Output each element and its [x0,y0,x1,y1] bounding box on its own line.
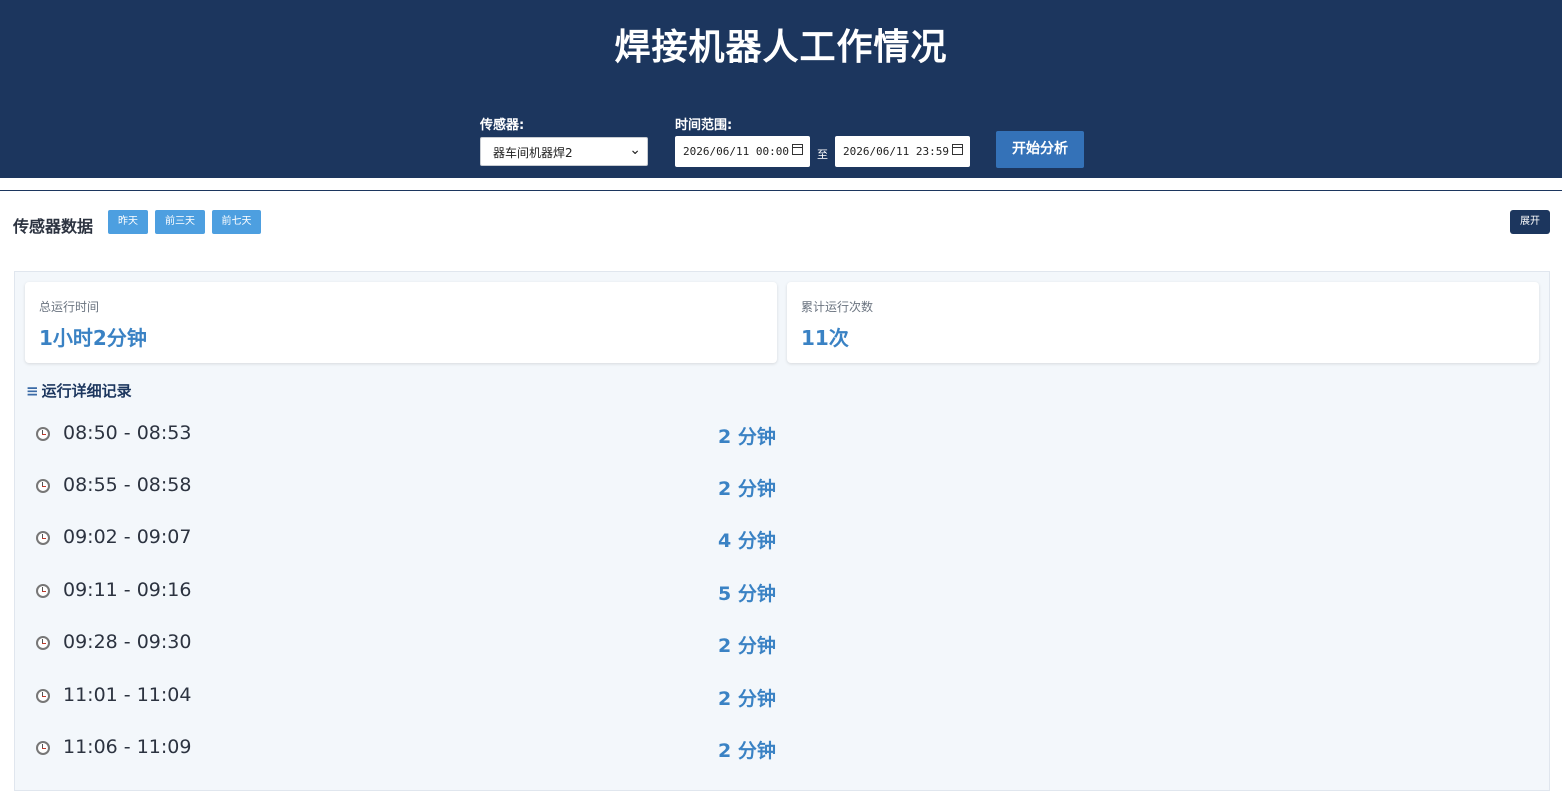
last-seven-days-button[interactable]: 前七天 [212,210,261,234]
log-row-time: 11:06 - 11:09 [63,736,192,758]
start-analysis-button[interactable]: 开始分析 [996,131,1084,168]
log-row: 09:28 - 09:30 2 分钟 [36,629,836,659]
stopwatch-icon [36,636,50,650]
stopwatch-icon [36,531,50,545]
log-row-time: 08:55 - 08:58 [63,474,192,496]
run-count-label: 累计运行次数 [801,300,874,314]
log-title: ≡ 运行详细记录 [26,380,132,401]
run-count-card: 累计运行次数 11次 [787,282,1539,363]
stopwatch-icon [36,479,50,493]
header-bar: 焊接机器人工作情况 传感器: 器车间机器焊2 ⌄ 时间范围: 2026/06/1… [0,0,1562,178]
stopwatch-icon [36,427,50,441]
to-label: 至 [817,148,828,161]
log-row: 08:50 - 08:53 2 分钟 [36,420,836,450]
log-row-time: 11:01 - 11:04 [63,684,192,706]
log-row-duration: 4 分钟 [718,530,776,552]
log-row-duration: 2 分钟 [718,478,776,500]
page-title: 焊接机器人工作情况 [614,27,948,68]
log-title-text: 运行详细记录 [41,382,132,400]
log-row: 09:11 - 09:16 5 分钟 [36,577,836,607]
stopwatch-icon [36,584,50,598]
sensor-select[interactable]: 器车间机器焊2 ⌄ [480,137,648,166]
run-count-value: 11次 [801,326,849,350]
calendar-icon[interactable] [792,144,803,155]
log-row-time: 08:50 - 08:53 [63,422,192,444]
last-three-days-button[interactable]: 前三天 [155,210,205,234]
total-time-label: 总运行时间 [39,300,100,314]
calendar-icon[interactable] [952,144,963,155]
start-datetime-value: 2026/06/11 00:00 [683,145,789,158]
log-row-time: 09:11 - 09:16 [63,579,192,601]
log-row-time: 09:28 - 09:30 [63,631,192,653]
total-time-value: 1小时2分钟 [39,326,147,350]
sensor-select-value: 器车间机器焊2 [493,146,573,160]
start-datetime-input[interactable]: 2026/06/11 00:00 [675,136,810,167]
log-row: 08:55 - 08:58 2 分钟 [36,472,836,502]
chevron-down-icon: ⌄ [629,142,641,158]
sensor-label: 传感器: [480,118,525,133]
total-time-card: 总运行时间 1小时2分钟 [25,282,777,363]
expand-button[interactable]: 展开 [1510,210,1550,234]
list-icon: ≡ [26,382,39,400]
stopwatch-icon [36,689,50,703]
section-title: 传感器数据 [13,217,94,236]
end-datetime-input[interactable]: 2026/06/11 23:59 [835,136,970,167]
log-row: 11:01 - 11:04 2 分钟 [36,682,836,712]
log-row-duration: 2 分钟 [718,635,776,657]
yesterday-button[interactable]: 昨天 [108,210,148,234]
log-row-duration: 2 分钟 [718,740,776,762]
log-row-time: 09:02 - 09:07 [63,526,192,548]
divider [0,190,1562,191]
time-range-label: 时间范围: [675,118,733,133]
log-row: 09:02 - 09:07 4 分钟 [36,524,836,554]
log-row-duration: 2 分钟 [718,426,776,448]
stopwatch-icon [36,741,50,755]
log-row-duration: 5 分钟 [718,583,776,605]
end-datetime-value: 2026/06/11 23:59 [843,145,949,158]
log-row-duration: 2 分钟 [718,688,776,710]
log-row: 11:06 - 11:09 2 分钟 [36,734,836,764]
